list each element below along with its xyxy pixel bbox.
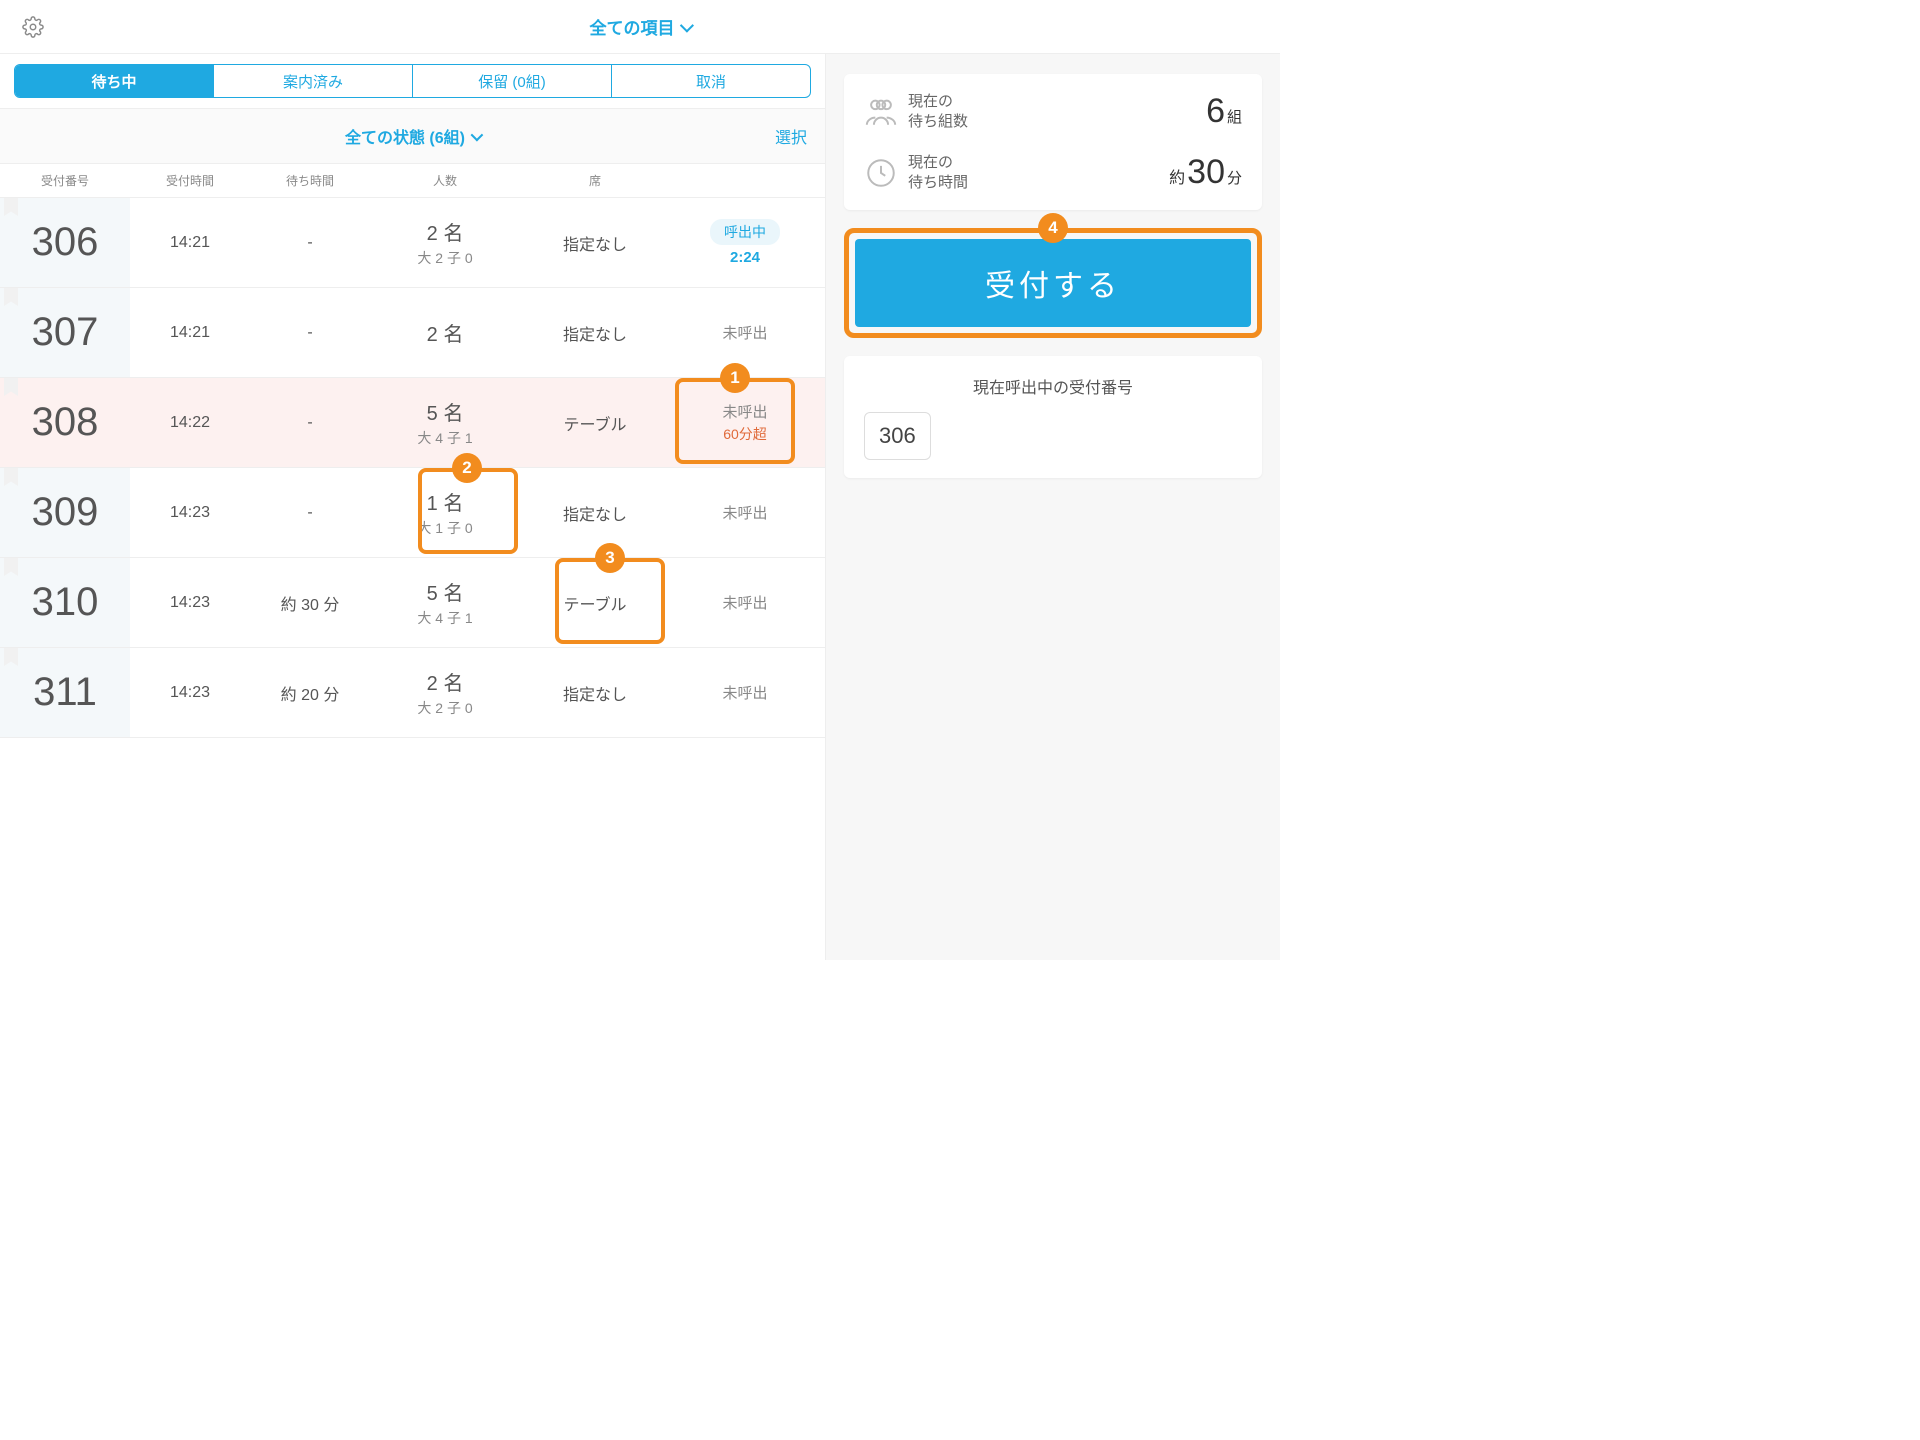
cell-people: 5 名 大 4 子 1 <box>370 577 520 628</box>
col-wait: 待ち時間 <box>250 172 370 189</box>
table-row[interactable]: 306 14:21 - 2 名 大 2 子 0 指定なし 呼出中 2:24 <box>0 198 825 288</box>
cell-time: 14:21 <box>130 324 250 342</box>
cell-people: 2 名 大 2 子 0 <box>370 667 520 718</box>
cell-status: 未呼出 <box>670 592 820 613</box>
stat-groups-unit: 組 <box>1227 106 1242 127</box>
stat-wait-label1: 現在の <box>908 153 1169 173</box>
cell-wait: - <box>250 234 370 252</box>
cell-wait: - <box>250 504 370 522</box>
tab-guided[interactable]: 案内済み <box>213 65 412 97</box>
top-bar: 全ての項目 <box>0 0 1280 54</box>
cell-seat: 指定なし <box>520 231 670 255</box>
table-row[interactable]: 308 14:22 - 5 名 大 4 子 1 テーブル 未呼出 60分超1 <box>0 378 825 468</box>
stats-card: 現在の 待ち組数 6 組 現在の 待ち時間 約 30 分 <box>844 74 1262 210</box>
col-id: 受付番号 <box>0 172 130 189</box>
stat-groups: 現在の 待ち組数 6 組 <box>864 92 1242 131</box>
right-pane: 現在の 待ち組数 6 組 現在の 待ち時間 約 30 分 <box>826 54 1280 960</box>
cell-seat: 指定なし <box>520 321 670 345</box>
status-badge-calling: 呼出中 <box>710 219 780 245</box>
cell-status: 未呼出 60分超 <box>670 401 820 444</box>
cell-status: 未呼出 <box>670 502 820 523</box>
status-uncalled: 未呼出 <box>670 322 820 343</box>
table-header: 受付番号 受付時間 待ち時間 人数 席 <box>0 164 825 198</box>
calling-number[interactable]: 306 <box>864 412 931 460</box>
stat-wait-pre: 約 <box>1169 164 1185 188</box>
cell-time: 14:23 <box>130 684 250 702</box>
status-over60: 60分超 <box>670 424 820 444</box>
cell-time: 14:23 <box>130 594 250 612</box>
cell-time: 14:23 <box>130 504 250 522</box>
cell-id: 311 <box>0 648 130 737</box>
cell-people: 1 名 大 1 子 0 <box>370 487 520 538</box>
list-filter-dropdown[interactable]: 全ての状態 (6組) <box>345 124 480 148</box>
header-filter-dropdown[interactable]: 全ての項目 <box>590 14 691 39</box>
cell-seat: テーブル <box>520 411 670 435</box>
left-pane: 待ち中 案内済み 保留 (0組) 取消 全ての状態 (6組) 選択 受付番号 受… <box>0 54 826 960</box>
checkin-button[interactable]: 受付する <box>855 239 1251 327</box>
calling-card: 現在呼出中の受付番号 306 <box>844 356 1262 478</box>
tab-waiting[interactable]: 待ち中 <box>15 65 213 97</box>
cell-wait: 約 30 分 <box>250 591 370 615</box>
chevron-down-icon <box>680 18 694 32</box>
stat-wait-label2: 待ち時間 <box>908 173 1169 193</box>
list-filter-bar: 全ての状態 (6組) 選択 <box>0 108 825 164</box>
cell-id: 307 <box>0 288 130 377</box>
cell-id: 306 <box>0 198 130 287</box>
list-filter-label: 全ての状態 (6組) <box>345 124 465 148</box>
gear-icon[interactable] <box>22 16 44 38</box>
cell-people: 2 名 <box>370 318 520 347</box>
stat-groups-label1: 現在の <box>908 92 1206 112</box>
table-row[interactable]: 311 14:23 約 20 分 2 名 大 2 子 0 指定なし 未呼出 <box>0 648 825 738</box>
table-row[interactable]: 307 14:21 - 2 名 指定なし 未呼出 <box>0 288 825 378</box>
callout-highlight-4: 受付する <box>844 228 1262 338</box>
table-row[interactable]: 309 14:23 - 1 名 大 1 子 0 指定なし 未呼出2 <box>0 468 825 558</box>
cell-people: 2 名 大 2 子 0 <box>370 217 520 268</box>
cell-wait: - <box>250 414 370 432</box>
cell-time: 14:21 <box>130 234 250 252</box>
status-timer: 2:24 <box>670 249 820 266</box>
status-uncalled: 未呼出 <box>670 682 820 703</box>
status-uncalled: 未呼出 <box>670 401 820 422</box>
cell-status: 未呼出 <box>670 682 820 703</box>
stat-groups-value: 6 <box>1206 92 1225 131</box>
table-row[interactable]: 310 14:23 約 30 分 5 名 大 4 子 1 テーブル 未呼出3 <box>0 558 825 648</box>
cell-seat: 指定なし <box>520 501 670 525</box>
col-time: 受付時間 <box>130 172 250 189</box>
tab-hold[interactable]: 保留 (0組) <box>412 65 611 97</box>
cell-wait: - <box>250 324 370 342</box>
col-seat: 席 <box>520 172 670 189</box>
cell-status: 未呼出 <box>670 322 820 343</box>
stat-wait-unit: 分 <box>1227 167 1242 188</box>
chevron-down-icon <box>471 128 484 141</box>
clock-icon <box>864 156 898 190</box>
status-uncalled: 未呼出 <box>670 502 820 523</box>
calling-title: 現在呼出中の受付番号 <box>864 374 1242 398</box>
status-uncalled: 未呼出 <box>670 592 820 613</box>
cell-status: 呼出中 2:24 <box>670 219 820 266</box>
content: 待ち中 案内済み 保留 (0組) 取消 全ての状態 (6組) 選択 受付番号 受… <box>0 54 1280 960</box>
cell-time: 14:22 <box>130 414 250 432</box>
status-tabs: 待ち中 案内済み 保留 (0組) 取消 <box>14 64 811 98</box>
table-rows: 306 14:21 - 2 名 大 2 子 0 指定なし 呼出中 2:24 30… <box>0 198 825 960</box>
cta-wrap: 4 受付する <box>844 228 1262 338</box>
stat-wait-value: 30 <box>1187 153 1225 192</box>
cell-wait: 約 20 分 <box>250 681 370 705</box>
cell-seat: テーブル <box>520 591 670 615</box>
stat-wait: 現在の 待ち時間 約 30 分 <box>864 153 1242 192</box>
cell-id: 309 <box>0 468 130 557</box>
header-filter-label: 全ての項目 <box>590 14 675 39</box>
people-icon <box>864 95 898 129</box>
select-button[interactable]: 選択 <box>775 124 807 148</box>
cell-id: 310 <box>0 558 130 647</box>
cell-people: 5 名 大 4 子 1 <box>370 397 520 448</box>
cell-id: 308 <box>0 378 130 467</box>
cell-seat: 指定なし <box>520 681 670 705</box>
stat-groups-label2: 待ち組数 <box>908 112 1206 132</box>
tab-cancel[interactable]: 取消 <box>611 65 810 97</box>
col-people: 人数 <box>370 172 520 189</box>
